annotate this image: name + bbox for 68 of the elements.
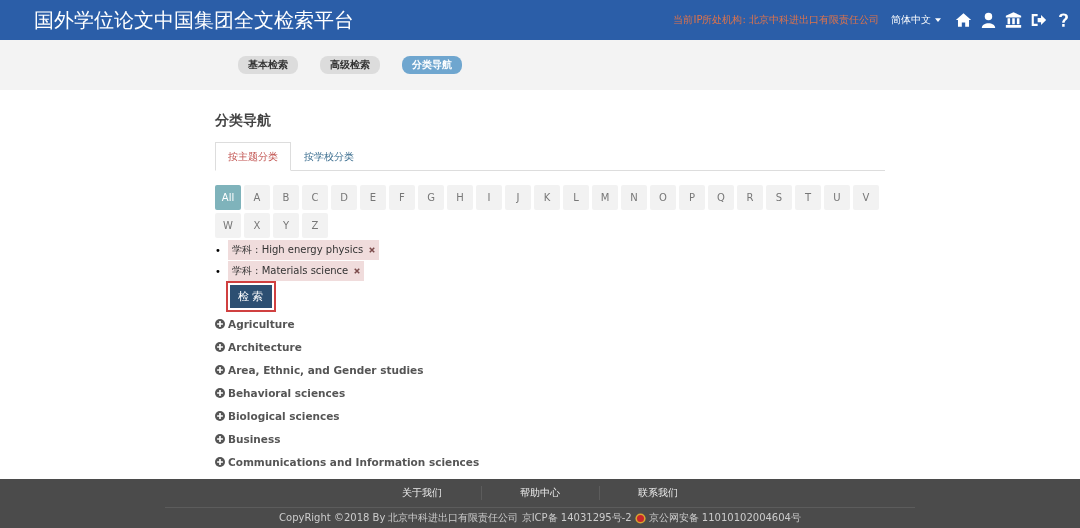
category-link[interactable]: Business — [228, 432, 281, 445]
letter-button[interactable]: B — [273, 185, 299, 210]
nav-tab[interactable]: 高级检索 — [320, 56, 380, 74]
logout-icon[interactable] — [1030, 12, 1047, 28]
expand-plus-icon[interactable] — [215, 433, 225, 444]
bullet: • — [215, 265, 221, 277]
expand-plus-icon[interactable] — [215, 318, 225, 329]
category-tab[interactable]: 按学校分类 — [291, 142, 367, 171]
category-link[interactable]: Area, Ethnic, and Gender studies — [228, 363, 424, 376]
letter-button[interactable]: N — [621, 185, 647, 210]
caret-icon[interactable] — [935, 18, 941, 22]
remove-icon[interactable] — [369, 247, 376, 253]
copyright-text: CopyRight ©2018 By 北京中科进出口有限责任公司 京ICP备 14031295号-2 — [279, 511, 632, 525]
footer-link[interactable]: 帮助中心 — [481, 486, 600, 500]
letter-button[interactable]: J — [505, 185, 531, 210]
expand-plus-icon[interactable] — [215, 456, 225, 467]
footer-link[interactable]: 关于我们 — [363, 486, 482, 500]
letter-button[interactable]: S — [766, 185, 792, 210]
category-link[interactable]: Biological sciences — [228, 409, 340, 422]
letter-button[interactable]: I — [476, 185, 502, 210]
emblem-icon — [634, 512, 646, 524]
category-link[interactable]: Communications and Information sciences — [228, 455, 480, 468]
filter-text: 学科 : Materials science — [231, 264, 349, 278]
letter-button[interactable]: E — [360, 185, 386, 210]
letter-button[interactable]: W — [215, 213, 241, 238]
remove-icon[interactable] — [354, 268, 361, 274]
nav-tab[interactable]: 基本检索 — [238, 56, 298, 74]
user-icon[interactable] — [980, 12, 997, 28]
letter-button[interactable]: A — [244, 185, 270, 210]
letter-button[interactable]: U — [824, 185, 850, 210]
letter-button[interactable]: P — [679, 185, 705, 210]
expand-plus-icon[interactable] — [215, 364, 225, 375]
letter-button[interactable]: R — [737, 185, 763, 210]
letter-button[interactable]: G — [418, 185, 444, 210]
institution-icon[interactable] — [1005, 12, 1022, 28]
bullet: • — [215, 244, 221, 256]
filter-text: 学科 : High energy physics — [231, 243, 364, 257]
category-link[interactable]: Behavioral sciences — [228, 386, 346, 399]
police-record-text: 京公网安备 11010102004604号 — [648, 511, 801, 525]
expand-plus-icon[interactable] — [215, 410, 225, 421]
category-link[interactable]: Architecture — [228, 340, 302, 353]
category-tab[interactable]: 按主题分类 — [215, 142, 291, 171]
nav-tab[interactable]: 分类导航 — [402, 56, 462, 74]
expand-plus-icon[interactable] — [215, 341, 225, 352]
page-heading: 分类导航 — [215, 112, 272, 130]
home-icon[interactable] — [955, 12, 972, 28]
search-button[interactable]: 检 索 — [228, 283, 274, 310]
letter-button[interactable]: O — [650, 185, 676, 210]
letter-button[interactable]: C — [302, 185, 328, 210]
site-title: 国外学位论文中国集团全文检索平台 — [34, 6, 354, 34]
letter-button[interactable]: X — [244, 213, 270, 238]
letter-button[interactable]: All — [215, 185, 241, 210]
letter-button[interactable]: H — [447, 185, 473, 210]
letter-button[interactable]: Z — [302, 213, 328, 238]
footer-link[interactable]: 联系我们 — [599, 486, 717, 500]
letter-button[interactable]: Y — [273, 213, 299, 238]
language-dropdown[interactable]: 简体中文 — [891, 13, 941, 27]
expand-plus-icon[interactable] — [215, 387, 225, 398]
category-link[interactable]: Agriculture — [228, 317, 295, 330]
letter-button[interactable]: L — [563, 185, 589, 210]
ip-institution: 当前IP所处机构: 北京中科进出口有限责任公司 — [673, 13, 879, 27]
letter-button[interactable]: K — [534, 185, 560, 210]
letter-button[interactable]: V — [853, 185, 879, 210]
letter-button[interactable]: M — [592, 185, 618, 210]
letter-button[interactable]: T — [795, 185, 821, 210]
letter-button[interactable]: F — [389, 185, 415, 210]
letter-button[interactable]: Q — [708, 185, 734, 210]
letter-button[interactable]: D — [331, 185, 357, 210]
